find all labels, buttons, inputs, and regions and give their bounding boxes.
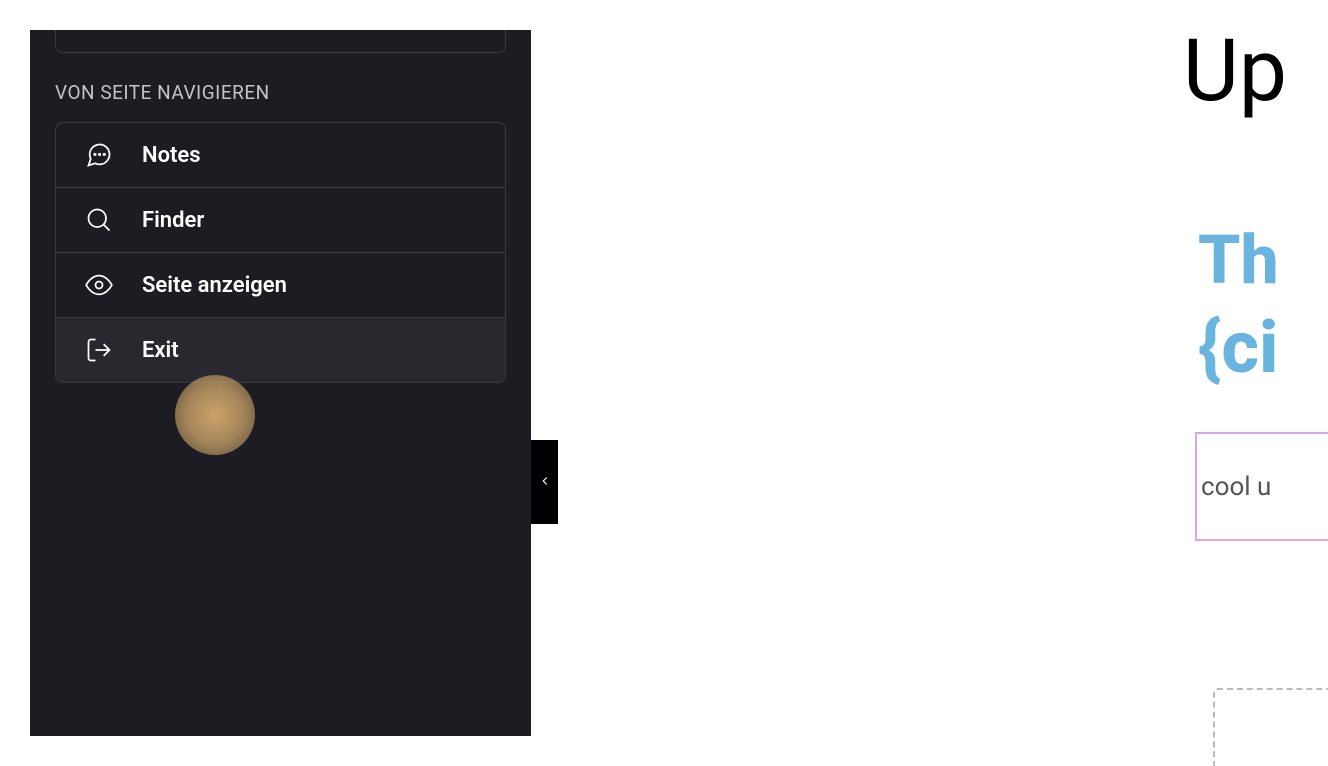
- chevron-left-icon: [538, 473, 552, 492]
- chat-bubble-icon: [84, 140, 114, 170]
- nav-item-label: Finder: [142, 208, 204, 233]
- nav-item-notes[interactable]: Notes: [56, 123, 505, 188]
- click-indicator: [175, 375, 255, 455]
- blue-heading-fragment-2: {ci: [1198, 305, 1278, 390]
- nav-item-label: Notes: [142, 143, 201, 168]
- nav-item-exit[interactable]: Exit: [56, 318, 505, 382]
- top-box-fragment: [55, 30, 506, 53]
- dashed-placeholder-box: [1213, 688, 1328, 766]
- search-icon: [84, 205, 114, 235]
- sidebar-panel: VON SEITE NAVIGIEREN Notes: [30, 30, 531, 736]
- nav-item-finder[interactable]: Finder: [56, 188, 505, 253]
- nav-item-label: Seite anzeigen: [142, 273, 287, 298]
- blue-heading-fragment-1: Th: [1198, 220, 1279, 300]
- nav-item-view-page[interactable]: Seite anzeigen: [56, 253, 505, 318]
- section-title: VON SEITE NAVIGIEREN: [30, 53, 531, 122]
- exit-icon: [84, 335, 114, 365]
- eye-icon: [84, 270, 114, 300]
- text-input-box[interactable]: cool u: [1195, 432, 1328, 541]
- nav-item-label: Exit: [142, 338, 179, 363]
- nav-list: Notes Finder Seite anzeigen: [55, 122, 506, 383]
- input-text-fragment: cool u: [1201, 472, 1271, 502]
- page-heading-fragment: Up: [1183, 20, 1287, 121]
- collapse-sidebar-button[interactable]: [531, 440, 558, 524]
- right-content-pane: Up Th {ci cool u: [1183, 0, 1328, 766]
